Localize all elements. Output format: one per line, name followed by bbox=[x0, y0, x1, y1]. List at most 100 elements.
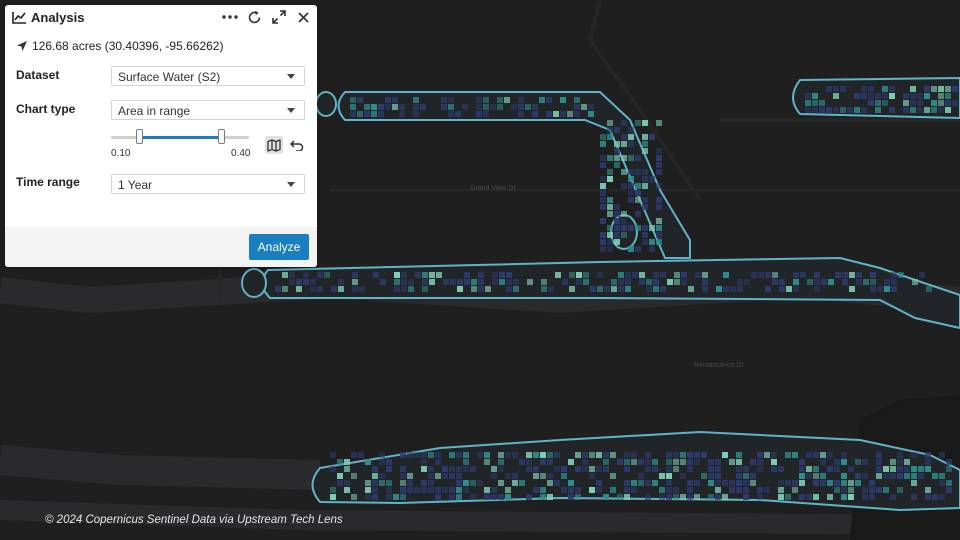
water-pixel bbox=[827, 452, 833, 458]
water-pixel bbox=[359, 286, 365, 292]
water-pixel bbox=[904, 473, 910, 479]
water-pixel bbox=[889, 86, 895, 92]
water-pixel bbox=[484, 452, 490, 458]
water-pixel bbox=[401, 272, 407, 278]
expand-icon[interactable] bbox=[270, 9, 288, 25]
water-pixel bbox=[483, 104, 489, 110]
dataset-select[interactable]: Surface Water (S2) bbox=[111, 66, 305, 86]
water-pixel bbox=[435, 494, 441, 500]
water-pixel bbox=[512, 452, 518, 458]
water-pixel bbox=[939, 494, 945, 500]
water-pixel bbox=[513, 286, 519, 292]
water-pixel bbox=[607, 211, 613, 217]
water-pixel bbox=[656, 162, 662, 168]
water-pixel bbox=[631, 452, 637, 458]
water-pixel bbox=[841, 487, 847, 493]
water-pixel bbox=[428, 452, 434, 458]
water-pixel bbox=[736, 466, 742, 472]
water-pixel bbox=[365, 487, 371, 493]
water-pixel bbox=[939, 480, 945, 486]
water-pixel bbox=[757, 466, 763, 472]
close-icon[interactable] bbox=[295, 9, 311, 25]
water-pixel bbox=[945, 93, 951, 99]
water-pixel bbox=[639, 272, 645, 278]
water-pixel bbox=[701, 452, 707, 458]
water-pixel bbox=[392, 97, 398, 103]
range-slider-fill bbox=[138, 136, 222, 139]
refresh-icon[interactable] bbox=[245, 9, 263, 25]
water-pixel bbox=[687, 452, 693, 458]
water-pixel bbox=[576, 272, 582, 278]
water-pixel bbox=[861, 107, 867, 113]
chart-type-select[interactable]: Area in range bbox=[111, 100, 305, 120]
water-pixel bbox=[722, 452, 728, 458]
undo-icon[interactable] bbox=[288, 136, 306, 154]
street-label-grand-view: Grand View Dr bbox=[470, 185, 516, 192]
water-pixel bbox=[379, 459, 385, 465]
water-pixel bbox=[617, 459, 623, 465]
water-pixel bbox=[462, 104, 468, 110]
water-pixel bbox=[806, 452, 812, 458]
water-pixel bbox=[344, 466, 350, 472]
water-pixel bbox=[610, 487, 616, 493]
water-pixel bbox=[562, 279, 568, 285]
water-pixel bbox=[610, 473, 616, 479]
water-pixel bbox=[421, 480, 427, 486]
water-pixel bbox=[799, 494, 805, 500]
water-pixel bbox=[952, 100, 958, 106]
water-pixel bbox=[680, 452, 686, 458]
more-icon[interactable] bbox=[221, 9, 239, 25]
water-pixel bbox=[723, 286, 729, 292]
water-pixel bbox=[589, 452, 595, 458]
water-pixel bbox=[642, 141, 648, 147]
water-pixel bbox=[581, 104, 587, 110]
water-pixel bbox=[492, 279, 498, 285]
water-pixel bbox=[863, 279, 869, 285]
water-pixel bbox=[399, 104, 405, 110]
water-pixel bbox=[540, 487, 546, 493]
water-pixel bbox=[546, 111, 552, 117]
water-pixel bbox=[652, 466, 658, 472]
water-pixel bbox=[448, 111, 454, 117]
water-pixel bbox=[378, 104, 384, 110]
range-slider[interactable] bbox=[111, 129, 249, 144]
water-pixel bbox=[611, 279, 617, 285]
water-pixel bbox=[694, 459, 700, 465]
water-pixel bbox=[330, 452, 336, 458]
water-pixel bbox=[617, 494, 623, 500]
water-pixel bbox=[638, 473, 644, 479]
water-pixel bbox=[708, 494, 714, 500]
water-pixel bbox=[882, 93, 888, 99]
water-pixel bbox=[911, 473, 917, 479]
range-slider-high-handle[interactable] bbox=[218, 129, 226, 144]
panel-header: Analysis bbox=[5, 5, 317, 29]
water-pixel bbox=[358, 452, 364, 458]
analyze-button[interactable]: Analyze bbox=[249, 234, 309, 260]
water-pixel bbox=[506, 272, 512, 278]
water-pixel bbox=[702, 286, 708, 292]
water-pixel bbox=[694, 480, 700, 486]
water-pixel bbox=[484, 494, 490, 500]
map-icon[interactable] bbox=[265, 136, 283, 154]
water-pixel bbox=[639, 279, 645, 285]
water-pixel bbox=[695, 272, 701, 278]
range-slider-low-handle[interactable] bbox=[135, 129, 143, 144]
water-pixel bbox=[350, 111, 356, 117]
water-pixel bbox=[603, 452, 609, 458]
water-pixel bbox=[621, 141, 627, 147]
water-pixel bbox=[338, 286, 344, 292]
water-pixel bbox=[876, 473, 882, 479]
time-range-select[interactable]: 1 Year bbox=[111, 174, 305, 194]
water-pixel bbox=[680, 473, 686, 479]
water-pixel bbox=[793, 272, 799, 278]
water-pixel bbox=[357, 111, 363, 117]
water-pixel bbox=[938, 100, 944, 106]
water-pixel bbox=[275, 286, 281, 292]
water-pixel bbox=[628, 134, 634, 140]
water-pixel bbox=[337, 473, 343, 479]
water-pixel bbox=[344, 487, 350, 493]
water-pixel bbox=[645, 459, 651, 465]
water-pixel bbox=[628, 246, 634, 252]
water-pixel bbox=[870, 286, 876, 292]
water-pixel bbox=[600, 162, 606, 168]
